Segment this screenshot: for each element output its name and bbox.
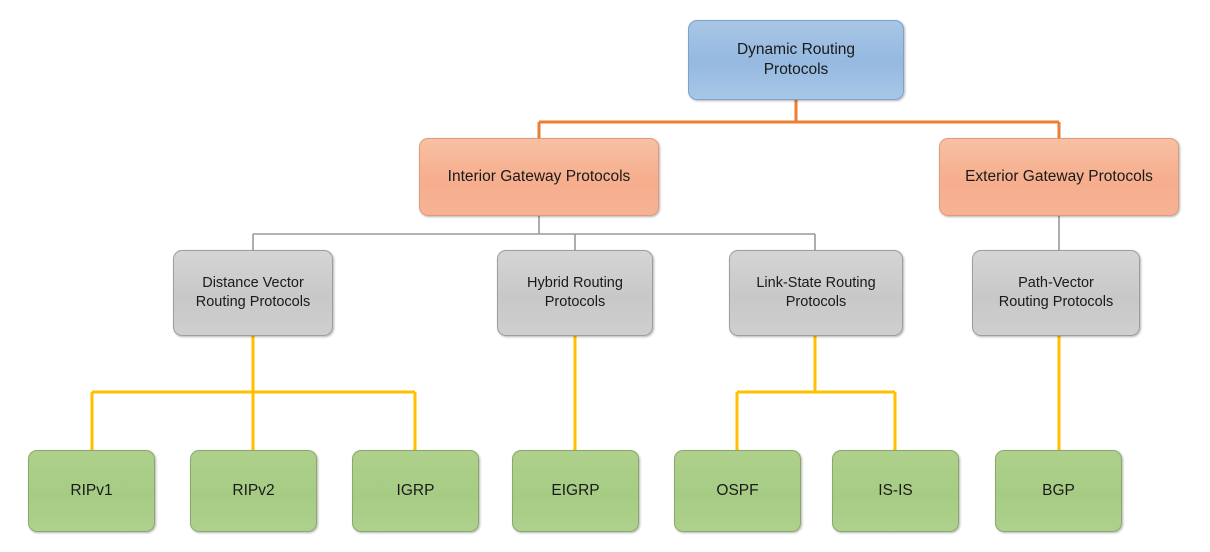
node-igp[interactable]: Interior Gateway Protocols — [419, 138, 659, 216]
node-label-ospf: OSPF — [716, 482, 759, 500]
node-label-distance-vector: Distance Vector Routing Protocols — [195, 275, 311, 310]
edge-root-to-gateways — [537, 100, 1061, 138]
node-label-ripv1: RIPv1 — [70, 482, 113, 500]
node-label-igrp: IGRP — [396, 482, 435, 500]
edge-link-state-to-protocols — [735, 336, 897, 450]
node-label-hybrid: Hybrid Routing Protocols — [527, 275, 623, 310]
node-path-vector[interactable]: Path-Vector Routing Protocols — [972, 250, 1140, 336]
node-root[interactable]: Dynamic Routing Protocols — [688, 20, 904, 100]
edge-distance-vector-to-protocols — [90, 336, 417, 450]
node-bgp[interactable]: BGP — [995, 450, 1122, 532]
node-hybrid[interactable]: Hybrid Routing Protocols — [497, 250, 653, 336]
node-eigrp[interactable]: EIGRP — [512, 450, 639, 532]
node-label-ripv2: RIPv2 — [232, 482, 275, 500]
node-label-egp: Exterior Gateway Protocols — [965, 168, 1153, 186]
node-label-path-vector: Path-Vector Routing Protocols — [998, 275, 1114, 310]
node-distance-vector[interactable]: Distance Vector Routing Protocols — [173, 250, 333, 336]
node-link-state[interactable]: Link-State Routing Protocols — [729, 250, 903, 336]
node-label-is-is: IS-IS — [878, 482, 913, 500]
node-ripv2[interactable]: RIPv2 — [190, 450, 317, 532]
edge-igp-to-categories — [252, 216, 816, 250]
node-label-bgp: BGP — [1042, 482, 1075, 500]
diagram-canvas: Dynamic Routing Protocols Interior Gatewa… — [0, 0, 1210, 552]
node-ospf[interactable]: OSPF — [674, 450, 801, 532]
node-igrp[interactable]: IGRP — [352, 450, 479, 532]
node-egp[interactable]: Exterior Gateway Protocols — [939, 138, 1179, 216]
node-label-root: Dynamic Routing Protocols — [736, 41, 856, 78]
node-ripv1[interactable]: RIPv1 — [28, 450, 155, 532]
node-label-link-state: Link-State Routing Protocols — [756, 275, 876, 310]
node-is-is[interactable]: IS-IS — [832, 450, 959, 532]
node-label-igp: Interior Gateway Protocols — [447, 168, 631, 186]
node-label-eigrp: EIGRP — [551, 482, 600, 500]
